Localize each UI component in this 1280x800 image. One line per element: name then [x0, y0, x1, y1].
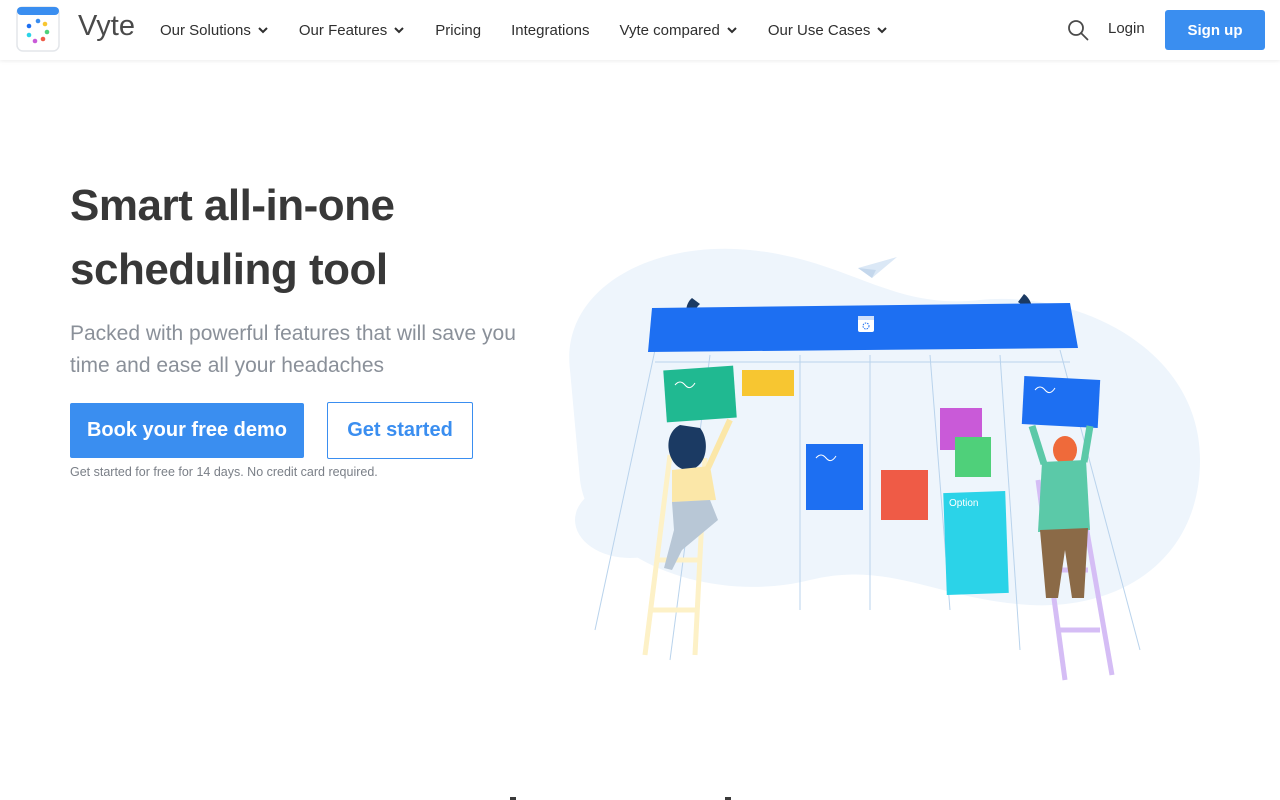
calendar-icon [858, 316, 874, 332]
nav-our-features[interactable]: Our Features [299, 0, 405, 60]
hero-subtitle: Packed with powerful features that will … [70, 322, 516, 377]
next-section-heading-peek [510, 797, 731, 800]
nav-label: Pricing [435, 21, 482, 39]
login-link[interactable]: Login [1108, 20, 1145, 37]
option-card-label: Option [949, 498, 978, 509]
chevron-down-icon [877, 27, 888, 34]
held-event-card [1021, 376, 1101, 428]
blue-event-card [806, 444, 863, 510]
nav-label: Integrations [511, 21, 590, 39]
hero-title-line: scheduling tool [70, 245, 388, 294]
get-started-button[interactable]: Get started [327, 402, 473, 459]
chevron-down-icon [258, 27, 268, 34]
hero-title: Smart all-in-one scheduling tool [70, 174, 550, 302]
main-nav: Our Solutions Our Features Pricing Integ… [160, 0, 918, 60]
paper-plane-icon [858, 257, 897, 278]
nav-vyte-compared[interactable]: Vyte compared [620, 0, 738, 60]
red-event-card [881, 470, 928, 520]
yellow-event-card [742, 370, 794, 396]
book-demo-button[interactable]: Book your free demo [70, 403, 304, 458]
nav-label: Our Solutions [160, 21, 251, 39]
search-icon[interactable] [1067, 19, 1089, 41]
site-header: Vyte Our Solutions Our Features Pricing … [0, 0, 1280, 60]
chevron-down-icon [394, 27, 404, 34]
nav-label: Vyte compared [619, 21, 720, 39]
nav-label: Our Use Cases [767, 21, 871, 39]
chevron-down-icon [727, 27, 737, 34]
nav-our-solutions[interactable]: Our Solutions [160, 0, 269, 60]
green-event-card [663, 365, 737, 423]
signup-button[interactable]: Sign up [1165, 10, 1265, 50]
light-green-event-card [955, 437, 991, 477]
nav-pricing[interactable]: Pricing [435, 0, 481, 60]
hero-title-line: Smart all-in-one [70, 181, 395, 230]
nav-our-use-cases[interactable]: Our Use Cases [768, 0, 889, 60]
nav-integrations[interactable]: Integrations [511, 0, 589, 60]
brand-name[interactable]: Vyte [78, 10, 135, 43]
calendar-board-illustration: Option [569, 248, 1200, 681]
trial-note: Get started for free for 14 days. No cre… [70, 465, 378, 479]
vyte-logo-icon[interactable] [16, 5, 60, 53]
nav-label: Our Features [298, 21, 388, 39]
